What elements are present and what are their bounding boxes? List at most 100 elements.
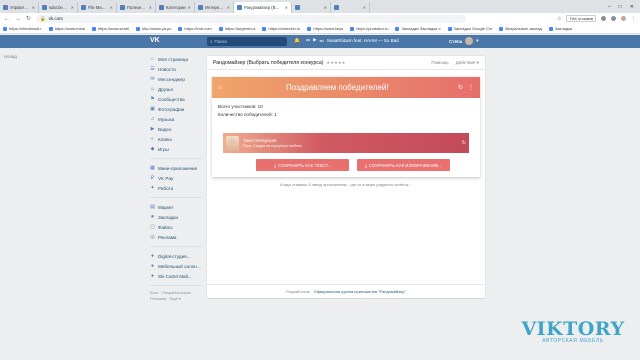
profile-avatar[interactable]: [621, 16, 626, 21]
developer-link[interactable]: Официальная группа приложения "Рандомайз…: [313, 289, 405, 294]
close-tab-icon[interactable]: ✕: [188, 5, 191, 10]
participants-count: Всего участников: 10: [218, 104, 263, 109]
favicon-icon: [198, 5, 203, 10]
back-icon[interactable]: ←: [4, 16, 10, 22]
browser-tab[interactable]: Интернет магазин Opencart✕: [195, 2, 234, 13]
browser-tab[interactable]: Категории ✕: [156, 2, 195, 13]
sidebar-item[interactable]: ✦ Работа: [150, 183, 202, 193]
vk-logo[interactable]: VK: [150, 37, 160, 44]
reviews-extension[interactable]: ТАК отзывов: [566, 15, 596, 22]
sidebar-item[interactable]: ▤ Маркет: [150, 202, 202, 212]
browser-tab[interactable]: Управление MySQL | Пан✕: [0, 2, 39, 13]
sidebar-item[interactable]: ☺ Друзья: [150, 84, 202, 94]
winner-avatar[interactable]: [226, 135, 239, 151]
sidebar-item[interactable]: ● Ski Cartel Mall...: [150, 271, 202, 281]
tab-title: Управление MySQL | Пан: [10, 5, 30, 10]
sidebar-item[interactable]: ♫ Музыка: [150, 114, 202, 124]
bookmark-item[interactable]: https://www.seobi: [91, 26, 129, 31]
url-input[interactable]: 🔒 vk.com: [36, 14, 467, 23]
bookmark-item[interactable]: https://anerekin.ru: [262, 26, 300, 31]
browser-tab[interactable]: File Manager - Beget✕: [78, 2, 117, 13]
favicon-icon: [3, 26, 7, 31]
bookmark-item[interactable]: Закладки Закладки о: [395, 26, 441, 31]
sidebar-item[interactable]: ◐ Клипы: [150, 134, 202, 144]
extension-icon[interactable]: [601, 16, 606, 21]
sidebar-icon: ☺: [150, 85, 156, 92]
bookmark-item[interactable]: http://www.ya.pu: [136, 26, 171, 31]
help-link[interactable]: Помощь: [431, 60, 448, 66]
sidebar-item[interactable]: ☰ Новости: [150, 64, 202, 74]
sidebar-item[interactable]: ◎ Реклама: [150, 232, 202, 242]
refresh-icon[interactable]: ↻: [458, 84, 463, 91]
chevron-down-icon: ▾: [476, 38, 479, 43]
reload-icon[interactable]: ↻: [26, 15, 31, 22]
minimize-icon[interactable]: –: [608, 4, 611, 10]
bookmark-item[interactable]: https://prodakor.ru: [350, 26, 388, 31]
prev-icon[interactable]: ⏮: [306, 38, 310, 43]
notifications-icon[interactable]: 🔔: [294, 38, 300, 44]
sidebar-icon: ◆: [150, 145, 155, 152]
favicon-icon: [262, 26, 267, 31]
close-tab-icon[interactable]: ✕: [363, 5, 366, 10]
track-title[interactable]: SeaaRbitarin feat. HAAM — So Bad: [327, 38, 399, 43]
next-icon[interactable]: ⏭: [320, 38, 324, 43]
bookmark-item[interactable]: https://checktrust.r: [3, 26, 42, 31]
close-tab-icon[interactable]: ✕: [227, 5, 230, 10]
bookmark-item[interactable]: https://turgenev.a: [218, 26, 255, 31]
browser-tab[interactable]: Полезные статьи. Подели✕: [117, 2, 156, 13]
bookmark-item[interactable]: https://www.mirai: [48, 26, 85, 31]
save-as-text-button[interactable]: ⤓ СОХРАНИТЬ КАК ТЕКСТ...: [256, 159, 349, 171]
reroll-icon[interactable]: ↻: [462, 140, 466, 146]
sidebar-item[interactable]: ✉ Мессенджер: [150, 74, 202, 84]
sidebar-item[interactable]: ◆ Игры: [150, 144, 202, 154]
sidebar-item[interactable]: ⌂ Моя страница: [150, 54, 202, 64]
sidebar-item[interactable]: ★ Закладки: [150, 212, 202, 222]
back-link[interactable]: Назад: [4, 54, 17, 59]
menu-icon[interactable]: ⋮: [631, 16, 636, 22]
browser-tab[interactable]: Рандомайзер (Выбрать✕: [234, 2, 292, 13]
bookmark-item[interactable]: Закладки Google Chr: [447, 26, 492, 31]
sidebar-footer[interactable]: Блог · Разработчикам Реклама · Ещё ▾: [150, 290, 202, 302]
bookmarks-bar: https://checktrust.r https://www.mirai htt…: [0, 24, 640, 34]
user-menu[interactable]: Стёпа ▾: [449, 37, 478, 45]
sidebar-item[interactable]: ▶ Видео: [150, 124, 202, 134]
winner-name[interactable]: Таня Печерская: [243, 138, 302, 143]
sidebar-item[interactable]: ▢ Файлы: [150, 222, 202, 232]
maximize-icon[interactable]: □: [619, 4, 622, 10]
sidebar-icon: ₽: [150, 174, 155, 181]
close-tab-icon[interactable]: ✕: [110, 5, 113, 10]
search-icon: ⌕: [210, 39, 213, 44]
actions-menu[interactable]: Действия ▾: [456, 60, 479, 66]
close-tab-icon[interactable]: ✕: [71, 5, 74, 10]
bookmark-item[interactable]: https://www.keys: [307, 26, 343, 31]
close-tab-icon[interactable]: ✕: [32, 5, 35, 10]
sidebar-divider: [150, 244, 202, 247]
bookmark-item[interactable]: Визуальные заклад: [499, 26, 542, 31]
close-tab-icon[interactable]: ✕: [149, 5, 152, 10]
forward-icon[interactable]: →: [15, 16, 21, 22]
rating-stars[interactable]: ★★★★★: [327, 60, 346, 65]
sidebar-icon: ⚑: [150, 95, 155, 102]
bookmark-item[interactable]: https://tmtr.com: [178, 26, 212, 31]
sidebar-item[interactable]: ⚑ Сообщества: [150, 94, 202, 104]
window-controls: – □ ✕: [602, 4, 640, 13]
close-icon[interactable]: ✕: [630, 4, 634, 10]
browser-tab[interactable]: ✕: [292, 2, 331, 13]
play-icon[interactable]: ▶: [313, 37, 316, 43]
search-input[interactable]: ⌕ Поиск: [207, 37, 287, 46]
star-icon[interactable]: ☆: [557, 16, 561, 22]
sidebar-item[interactable]: ▣ Фотографии: [150, 104, 202, 114]
bookmark-item[interactable]: Закладки: [548, 26, 572, 31]
sidebar-item[interactable]: ₽ VK Pay: [150, 173, 202, 183]
sidebar-item[interactable]: ▦ Мини-приложения: [150, 163, 202, 173]
url-text: vk.com: [48, 16, 63, 21]
browser-tab[interactable]: ✕: [331, 2, 370, 13]
more-icon[interactable]: ⋮: [468, 84, 474, 91]
save-as-image-button[interactable]: ⤓ СОХРАНИТЬ КАК ИЗОБРАЖЕНИЕ...: [357, 159, 450, 171]
sidebar-item[interactable]: ● Мебельный салон...: [150, 261, 202, 271]
close-tab-icon[interactable]: ✕: [285, 5, 288, 10]
browser-tab[interactable]: sdar.beget.com / localho✕: [39, 2, 78, 13]
extension-icon[interactable]: [611, 16, 616, 21]
close-tab-icon[interactable]: ✕: [324, 5, 327, 10]
sidebar-item[interactable]: ● Digital-студия...: [150, 251, 202, 261]
